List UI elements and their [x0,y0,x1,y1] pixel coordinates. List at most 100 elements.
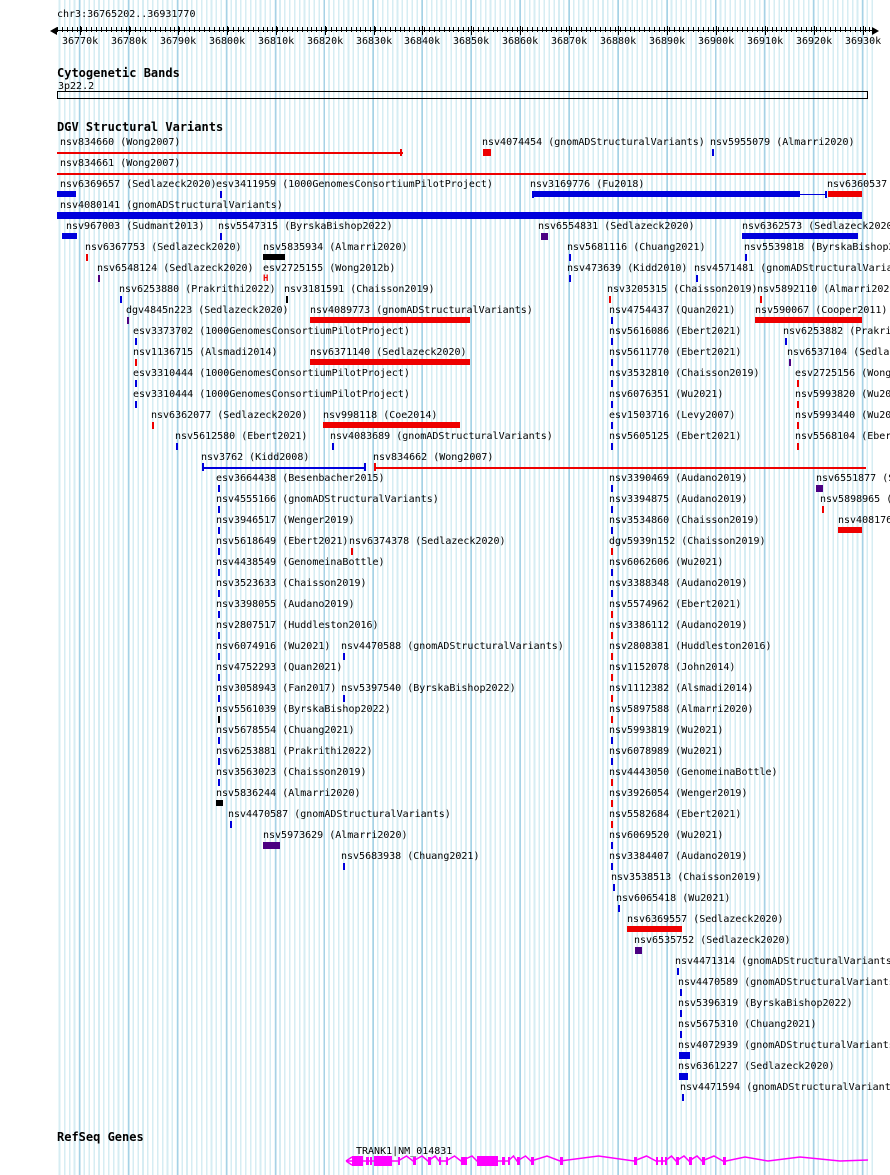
gene-exon[interactable] [702,1157,705,1165]
variant-marker[interactable] [230,821,232,828]
variant-marker[interactable] [611,569,613,576]
variant-marker[interactable] [286,296,288,303]
variant-marker[interactable] [618,905,620,912]
gene-exon[interactable] [428,1157,431,1165]
variant-label[interactable]: nsv5678554 (Chuang2021) [216,725,354,736]
variant-label[interactable]: nsv4471314 (gnomADStructuralVariants [675,956,890,967]
variant-label[interactable]: nsv3058943 (Fan2017) [216,683,336,694]
variant-label[interactable]: nsv6360537 [827,179,887,190]
variant-marker[interactable] [611,422,613,429]
variant-marker[interactable] [343,863,345,870]
variant-marker[interactable] [611,716,613,723]
variant-label[interactable]: nsv5539818 (ByrskaBishop2 [744,242,890,253]
variant-label[interactable]: nsv6076351 (Wu2021) [609,389,723,400]
gene-exon[interactable] [676,1157,679,1165]
variant-label[interactable]: dgv5939n152 (Chaisson2019) [609,536,766,547]
variant-marker[interactable] [569,275,571,282]
variant-label[interactable]: nsv4752293 (Quan2021) [216,662,342,673]
gene-exon[interactable] [508,1157,510,1165]
variant-label[interactable]: nsv6069520 (Wu2021) [609,830,723,841]
variant-marker[interactable] [742,233,858,239]
variant-label[interactable]: nsv5898965 ( [820,494,890,505]
variant-label[interactable]: nsv3762 (Kidd2008) [201,452,309,463]
gene-exon[interactable] [439,1157,441,1165]
variant-label[interactable]: nsv3946517 (Wenger2019) [216,515,354,526]
variant-label[interactable]: nsv4089773 (gnomADStructuralVariants) [310,305,533,316]
variant-label[interactable]: esv3310444 (1000GenomesConsortiumPilotPr… [133,368,410,379]
variant-marker[interactable] [760,296,762,303]
variant-label[interactable]: esv3411959 (1000GenomesConsortiumPilotPr… [216,179,493,190]
variant-label[interactable]: nsv5561039 (ByrskaBishop2022) [216,704,391,715]
variant-marker[interactable] [569,254,571,261]
variant-label[interactable]: nsv834660 (Wong2007) [60,137,180,148]
variant-marker[interactable] [332,443,334,450]
variant-label[interactable]: nsv6554831 (Sedlazeck2020) [538,221,695,232]
variant-marker[interactable] [127,317,129,324]
variant-marker[interactable] [57,212,862,219]
variant-label[interactable]: nsv4072939 (gnomADStructuralVariants [678,1040,890,1051]
variant-label[interactable]: esv3310444 (1000GenomesConsortiumPilotPr… [133,389,410,400]
variant-marker[interactable] [611,674,613,681]
variant-marker[interactable] [57,191,76,197]
gene-exon[interactable] [634,1157,637,1165]
variant-marker[interactable] [310,359,470,365]
gene-exon[interactable] [531,1157,534,1165]
variant-marker[interactable] [797,380,799,387]
variant-label[interactable]: nsv5397540 (ByrskaBishop2022) [341,683,516,694]
variant-marker[interactable] [611,359,613,366]
variant-marker[interactable] [218,758,220,765]
variant-marker[interactable] [696,275,698,282]
variant-marker[interactable] [611,821,613,828]
gene-exon[interactable] [413,1157,416,1165]
gene-exon[interactable] [446,1157,448,1165]
variant-marker[interactable] [611,611,613,618]
variant-marker[interactable] [611,317,613,324]
gene-intron-line[interactable] [345,1154,869,1166]
variant-label[interactable]: nsv4470587 (gnomADStructuralVariants) [228,809,451,820]
variant-label[interactable]: dgv4845n223 (Sedlazeck2020) [126,305,289,316]
variant-marker[interactable] [400,149,402,156]
variant-marker[interactable] [534,191,800,197]
variant-marker[interactable] [680,1031,682,1038]
variant-marker[interactable] [785,338,787,345]
variant-label[interactable]: nsv6253882 (Prakri [783,326,890,337]
variant-marker[interactable] [609,296,611,303]
variant-label[interactable]: nsv4443050 (GenomeinaBottle) [609,767,778,778]
variant-label[interactable]: nsv4470588 (gnomADStructuralVariants) [341,641,564,652]
variant-label[interactable]: esv3664438 (Besenbacher2015) [216,473,385,484]
variant-marker[interactable] [135,338,137,345]
variant-marker[interactable] [822,506,824,513]
variant-label[interactable]: nsv5993820 (Wu20 [795,389,890,400]
variant-marker[interactable] [611,485,613,492]
variant-marker[interactable] [263,842,280,849]
variant-label[interactable]: nsv473639 (Kidd2010) [567,263,687,274]
variant-marker[interactable] [838,527,862,533]
variant-marker[interactable] [218,653,220,660]
variant-marker[interactable] [611,800,613,807]
variant-label[interactable]: nsv6548124 (Sedlazeck2020) [97,263,254,274]
variant-marker[interactable] [218,737,220,744]
variant-label[interactable]: nsv6374378 (Sedlazeck2020) [349,536,506,547]
variant-marker[interactable] [611,758,613,765]
variant-label[interactable]: nsv5681116 (Chuang2021) [567,242,705,253]
variant-marker[interactable] [343,695,345,702]
variant-label[interactable]: nsv1152078 (John2014) [609,662,735,673]
variant-label[interactable]: nsv3398055 (Audano2019) [216,599,354,610]
variant-label[interactable]: nsv5396319 (ByrskaBishop2022) [678,998,853,1009]
variant-label[interactable]: nsv5955079 (Almarri2020) [710,137,855,148]
gene-exon[interactable] [398,1157,400,1165]
variant-marker[interactable] [218,485,220,492]
variant-label[interactable]: nsv998118 (Coe2014) [323,410,437,421]
variant-label[interactable]: nsv3563023 (Chaisson2019) [216,767,367,778]
variant-marker[interactable] [611,380,613,387]
variant-marker[interactable] [611,443,613,450]
variant-label[interactable]: nsv3205315 (Chaisson2019) [607,284,758,295]
variant-marker[interactable] [310,317,470,323]
variant-marker[interactable] [611,401,613,408]
variant-label[interactable]: nsv3386112 (Audano2019) [609,620,747,631]
variant-label[interactable]: nsv3538513 (Chaisson2019) [611,872,762,883]
variant-label[interactable]: esv3373702 (1000GenomesConsortiumPilotPr… [133,326,410,337]
gene-exon[interactable] [352,1156,363,1166]
variant-label[interactable]: nsv6362573 (Sedlazeck2020 [742,221,890,232]
variant-marker[interactable] [800,194,825,195]
